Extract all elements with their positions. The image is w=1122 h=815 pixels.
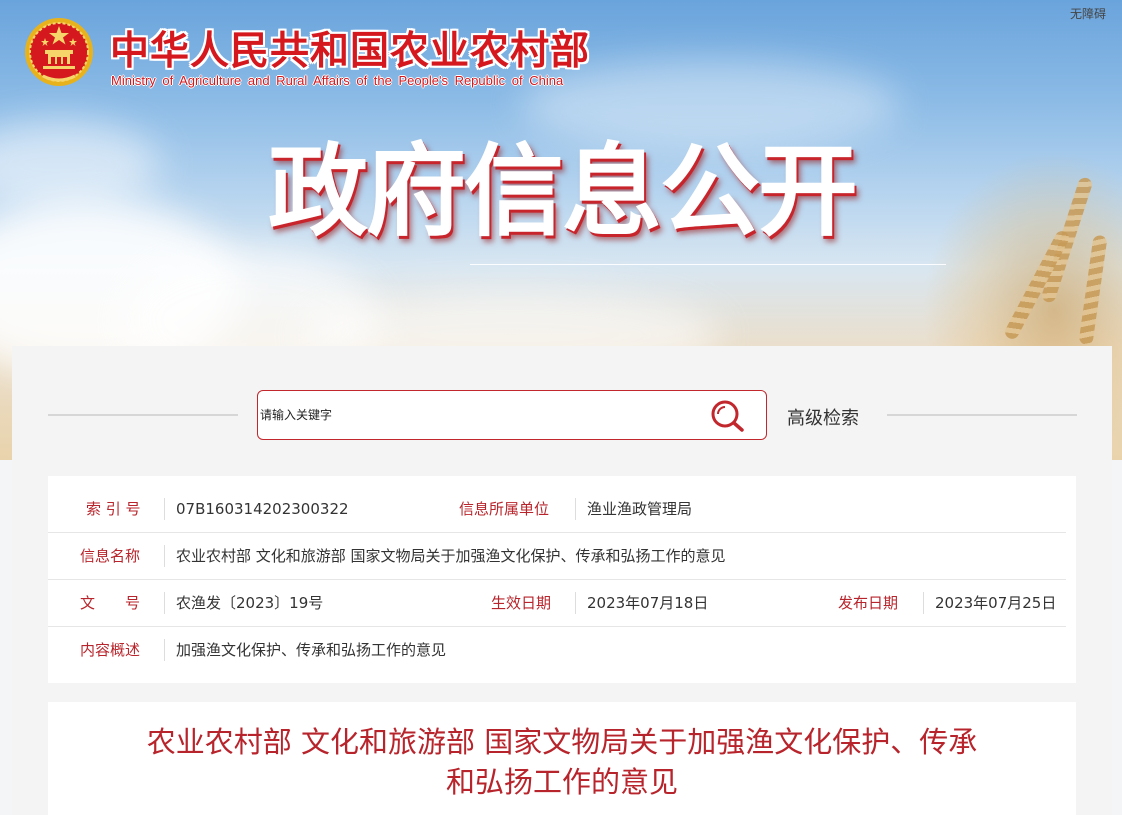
effective-date-label: 生效日期 (491, 594, 552, 612)
info-row: 内容概述 加强渔文化保护、传承和弘扬工作的意见 (48, 627, 1066, 673)
name-value: 农业农村部 文化和旅游部 国家文物局关于加强渔文化保护、传承和弘扬工作的意见 (176, 547, 726, 565)
search-input[interactable] (258, 391, 702, 439)
hero-divider (470, 264, 946, 265)
summary-label: 内容概述 (80, 641, 141, 659)
divider (164, 545, 165, 567)
article-title-line1: 农业农村部 文化和旅游部 国家文物局关于加强渔文化保护、传承 (146, 725, 978, 759)
divider (164, 592, 165, 614)
accessibility-link[interactable]: 无障碍 (1070, 5, 1106, 22)
search-divider-right (887, 414, 1077, 416)
article-title: 农业农村部 文化和旅游部 国家文物局关于加强渔文化保护、传承 和弘扬工作的意见 (68, 722, 1056, 802)
search-box (257, 390, 767, 440)
summary-value: 加强渔文化保护、传承和弘扬工作的意见 (176, 641, 447, 659)
effective-date-value: 2023年07月18日 (587, 594, 709, 612)
name-label: 信息名称 (80, 547, 141, 565)
info-row: 文 号 农渔发〔2023〕19号 生效日期 2023年07月18日 发布日期 2… (48, 580, 1066, 627)
article-card: 农业农村部 文化和旅游部 国家文物局关于加强渔文化保护、传承 和弘扬工作的意见 (48, 702, 1076, 815)
publish-date-label: 发布日期 (838, 594, 899, 612)
cloud-decoration (0, 120, 160, 210)
national-emblem-icon[interactable] (23, 16, 95, 88)
info-table: 索 引 号 07B160314202300322 信息所属单位 渔业渔政管理局 … (48, 476, 1076, 683)
doc-no-value: 农渔发〔2023〕19号 (176, 594, 324, 612)
info-row: 信息名称 农业农村部 文化和旅游部 国家文物局关于加强渔文化保护、传承和弘扬工作… (48, 533, 1066, 580)
divider (164, 639, 165, 661)
advanced-search-link[interactable]: 高级检索 (787, 404, 859, 430)
search-icon[interactable] (708, 397, 748, 435)
divider (923, 592, 924, 614)
info-row: 索 引 号 07B160314202300322 信息所属单位 渔业渔政管理局 (48, 486, 1066, 533)
hero-title: 政府信息公开 (268, 133, 858, 250)
divider (575, 592, 576, 614)
site-name-en[interactable]: Ministry of Agriculture and Rural Affair… (111, 73, 563, 88)
index-value: 07B160314202300322 (176, 500, 349, 518)
doc-no-label: 文 号 (80, 594, 141, 612)
article-title-line2: 和弘扬工作的意见 (445, 765, 678, 799)
unit-label: 信息所属单位 (459, 500, 550, 518)
search-divider-left (48, 414, 238, 416)
publish-date-value: 2023年07月25日 (935, 594, 1057, 612)
site-name-cn[interactable]: 中华人民共和国农业农村部 (110, 20, 590, 76)
divider (164, 498, 165, 520)
index-label: 索 引 号 (86, 500, 141, 518)
divider (575, 498, 576, 520)
unit-value: 渔业渔政管理局 (587, 500, 693, 518)
